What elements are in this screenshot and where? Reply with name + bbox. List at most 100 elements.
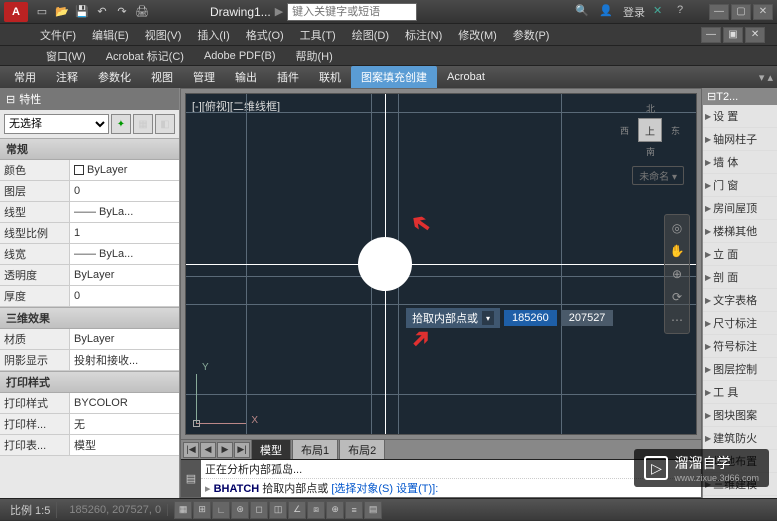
menu-adobe-pdf[interactable]: Adobe PDF(B): [194, 48, 286, 64]
menu-acrobat-mark[interactable]: Acrobat 标记(C): [96, 46, 194, 66]
help-icon[interactable]: ?: [677, 4, 693, 20]
ribbon-tab-manage[interactable]: 管理: [183, 66, 225, 88]
menu-modify[interactable]: 修改(M): [450, 25, 505, 45]
palette-item[interactable]: ▶剖 面: [703, 266, 777, 289]
command-input-line[interactable]: ▸ BHATCH 拾取内部点或 [选择对象(S) 设置(T)]:: [201, 479, 701, 497]
viewcube-unnamed[interactable]: 未命名 ▾: [632, 166, 684, 185]
menu-view[interactable]: 视图(V): [137, 25, 190, 45]
palette-item[interactable]: ▶轴网柱子: [703, 128, 777, 151]
status-3dosnap-icon[interactable]: ◫: [269, 501, 287, 519]
ribbon-tab-output[interactable]: 输出: [225, 66, 267, 88]
menu-file[interactable]: 文件(F): [32, 25, 84, 45]
status-ortho-icon[interactable]: ∟: [212, 501, 230, 519]
palette-item[interactable]: ▶图块图案: [703, 404, 777, 427]
tab-nav-last-icon[interactable]: ▶|: [234, 442, 250, 458]
palette-item[interactable]: ▶设 置: [703, 105, 777, 128]
tab-nav-prev-icon[interactable]: ◀: [200, 442, 216, 458]
drawing-viewport[interactable]: [-][俯视][二维线框] ➔ ➔: [186, 94, 696, 434]
ribbon-tab-view[interactable]: 视图: [141, 66, 183, 88]
exchange-icon[interactable]: ✕: [653, 4, 669, 20]
selection-filter-select[interactable]: 无选择: [4, 114, 109, 134]
login-link[interactable]: 登录: [623, 4, 645, 20]
app-logo[interactable]: A: [4, 2, 28, 22]
close-button[interactable]: ✕: [753, 4, 773, 20]
ribbon-tab-common[interactable]: 常用: [4, 66, 46, 88]
menu-draw[interactable]: 绘图(D): [344, 25, 397, 45]
tab-layout2[interactable]: 布局2: [339, 439, 385, 461]
ribbon-tab-hatch-creation[interactable]: 图案填充创建: [351, 66, 437, 88]
nav-showmore-icon[interactable]: ⋯: [667, 310, 687, 330]
palette-item[interactable]: ▶符号标注: [703, 335, 777, 358]
status-scale[interactable]: 比例 1:5: [4, 502, 57, 518]
menu-dimension[interactable]: 标注(N): [397, 25, 450, 45]
qat-open-icon[interactable]: 📂: [54, 4, 70, 20]
tab-nav-next-icon[interactable]: ▶: [217, 442, 233, 458]
qat-print-icon[interactable]: 🖨: [134, 4, 150, 20]
menu-tools[interactable]: 工具(T): [292, 25, 344, 45]
user-icon[interactable]: 👤: [599, 4, 615, 20]
status-ducs-icon[interactable]: ⧈: [307, 501, 325, 519]
palette-item[interactable]: ▶建筑防火: [703, 427, 777, 450]
status-tpy-icon[interactable]: ▤: [364, 501, 382, 519]
status-snap-icon[interactable]: ▦: [174, 501, 192, 519]
tab-nav-first-icon[interactable]: |◀: [183, 442, 199, 458]
ribbon-tab-parametric[interactable]: 参数化: [88, 66, 141, 88]
palette-item[interactable]: ▶墙 体: [703, 151, 777, 174]
infocenter-icon[interactable]: 🔍: [575, 4, 591, 20]
ucs-icon[interactable]: Y X: [196, 364, 256, 424]
command-line-icon[interactable]: ▤: [181, 460, 201, 497]
menu-window[interactable]: 窗口(W): [36, 46, 96, 66]
menu-format[interactable]: 格式(O): [238, 25, 292, 45]
palette-item[interactable]: ▶楼梯其他: [703, 220, 777, 243]
nav-wheel-icon[interactable]: ◎: [667, 218, 687, 238]
palette-item[interactable]: ▶工 具: [703, 381, 777, 404]
doc-close-button[interactable]: ✕: [745, 27, 765, 43]
tab-layout1[interactable]: 布局1: [292, 439, 338, 461]
pin-icon[interactable]: ⊟: [6, 93, 15, 106]
status-osnap-icon[interactable]: ◻: [250, 501, 268, 519]
qat-save-icon[interactable]: 💾: [74, 4, 90, 20]
status-dyn-icon[interactable]: ⊕: [326, 501, 344, 519]
palette-item[interactable]: ▶门 窗: [703, 174, 777, 197]
props-section-plotstyle[interactable]: 打印样式: [0, 371, 179, 393]
maximize-button[interactable]: ▢: [731, 4, 751, 20]
nav-zoom-icon[interactable]: ⊕: [667, 264, 687, 284]
status-polar-icon[interactable]: ⊛: [231, 501, 249, 519]
palette-pin-icon[interactable]: ⊟: [707, 90, 716, 103]
menu-help[interactable]: 帮助(H): [286, 46, 343, 66]
ribbon-tab-addins[interactable]: 插件: [267, 66, 309, 88]
palette-item[interactable]: ▶尺寸标注: [703, 312, 777, 335]
nav-orbit-icon[interactable]: ⟳: [667, 287, 687, 307]
ribbon-expand-icon[interactable]: ▾ ▴: [759, 71, 773, 84]
minimize-button[interactable]: —: [709, 4, 729, 20]
object-isolate-icon[interactable]: ◧: [155, 114, 175, 134]
menu-parametric[interactable]: 参数(P): [505, 25, 558, 45]
doc-restore-button[interactable]: ▣: [723, 27, 743, 43]
props-section-3d[interactable]: 三维效果: [0, 307, 179, 329]
ribbon-tab-annotate[interactable]: 注释: [46, 66, 88, 88]
dyn-input-x[interactable]: 185260: [504, 310, 557, 326]
qat-redo-icon[interactable]: ↷: [114, 4, 130, 20]
tooltip-dropdown-icon[interactable]: ▾: [482, 311, 494, 325]
quickselect-icon[interactable]: ✦: [111, 114, 131, 134]
status-lwt-icon[interactable]: ≡: [345, 501, 363, 519]
doc-minimize-button[interactable]: —: [701, 27, 721, 43]
tab-model[interactable]: 模型: [251, 439, 291, 461]
search-input[interactable]: [287, 3, 417, 21]
qat-new-icon[interactable]: ▭: [34, 4, 50, 20]
status-grid-icon[interactable]: ⊞: [193, 501, 211, 519]
palette-item[interactable]: ▶文字表格: [703, 289, 777, 312]
nav-pan-icon[interactable]: ✋: [667, 241, 687, 261]
props-section-general[interactable]: 常规: [0, 138, 179, 160]
dyn-input-y[interactable]: 207527: [561, 310, 614, 326]
status-otrack-icon[interactable]: ∠: [288, 501, 306, 519]
palette-item[interactable]: ▶房间屋顶: [703, 197, 777, 220]
menu-edit[interactable]: 编辑(E): [84, 25, 137, 45]
ribbon-tab-acrobat[interactable]: Acrobat: [437, 68, 495, 86]
palette-item[interactable]: ▶文件布图: [703, 496, 777, 498]
ribbon-tab-online[interactable]: 联机: [309, 66, 351, 88]
viewcube[interactable]: 北 南 西 东 上: [620, 100, 680, 160]
qat-undo-icon[interactable]: ↶: [94, 4, 110, 20]
menu-insert[interactable]: 插入(I): [189, 25, 237, 45]
palette-item[interactable]: ▶图层控制: [703, 358, 777, 381]
